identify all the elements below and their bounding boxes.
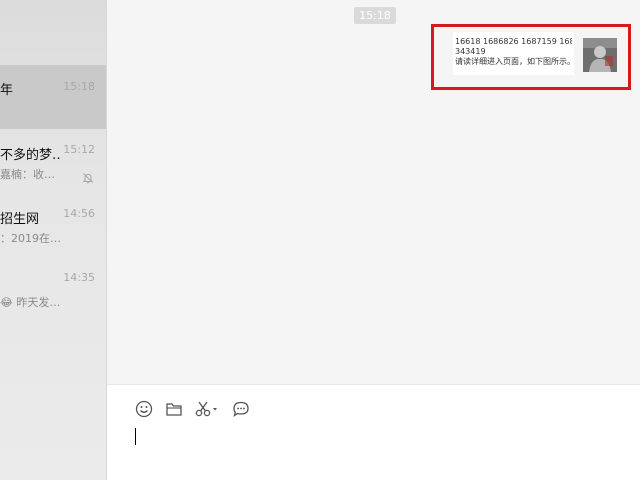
- message-input-area[interactable]: [107, 384, 640, 480]
- mute-bell-icon: [82, 169, 94, 184]
- conversation-name: 招生网: [0, 212, 40, 227]
- conversation-item-2[interactable]: 不多的梦… 嘉楠：收… 15:12: [0, 129, 106, 193]
- conversation-item-1[interactable]: 年 15:18: [0, 65, 106, 129]
- conversation-time: 15:18: [63, 80, 95, 93]
- text-caret: [135, 428, 136, 445]
- conversation-preview: ：2019在…: [0, 232, 61, 245]
- conversation-time: 14:35: [63, 271, 95, 284]
- conversation-item-0[interactable]: [0, 0, 106, 64]
- conversation-name: 不多的梦…: [0, 148, 62, 163]
- highlight-box: [431, 24, 631, 90]
- conversation-preview: 嘉楠：收…: [0, 168, 55, 181]
- conversation-item-4[interactable]: 😂 昨天发… 14:35: [0, 257, 106, 321]
- conversation-list: 年 15:18 不多的梦… 嘉楠：收… 15:12 招生网 ：2019在… 14…: [0, 0, 107, 480]
- message-time-divider: 15:18: [354, 7, 396, 24]
- conversation-time: 14:56: [63, 207, 95, 220]
- chat-bubble-icon[interactable]: [231, 399, 251, 419]
- conversation-name: 年: [0, 83, 14, 98]
- conversation-time: 15:12: [63, 143, 95, 156]
- conversation-item-3[interactable]: 招生网 ：2019在… 14:56: [0, 193, 106, 257]
- emoji-icon[interactable]: [134, 399, 154, 419]
- folder-icon[interactable]: [164, 399, 184, 419]
- scissors-icon[interactable]: [194, 399, 220, 419]
- conversation-preview: 😂 昨天发…: [0, 296, 61, 309]
- chat-message-area: 15:18 16618 1686826 1687159 1687599 3434…: [107, 0, 640, 384]
